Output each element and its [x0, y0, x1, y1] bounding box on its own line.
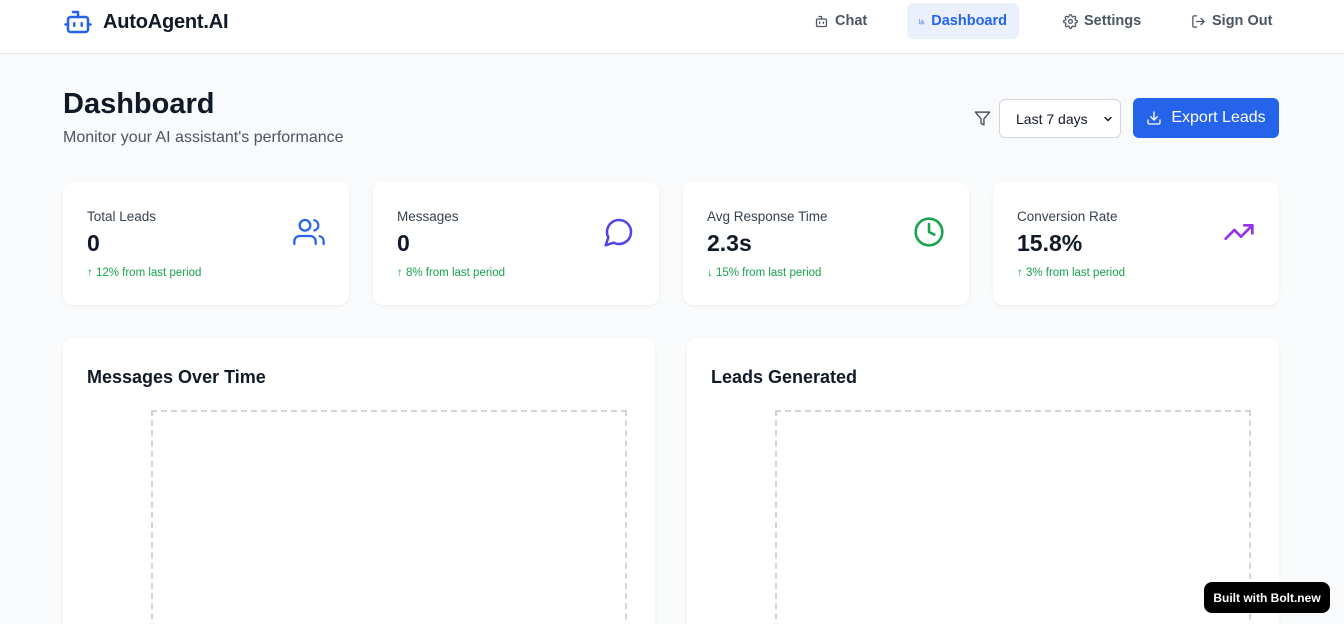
stat-card-messages: Messages 0 ↑ 8% from last period — [373, 182, 659, 305]
brand-name: AutoAgent.AI — [103, 10, 229, 33]
stat-card-conversion-rate: Conversion Rate 15.8% ↑ 3% from last per… — [993, 182, 1279, 305]
page-subtitle: Monitor your AI assistant's performance — [63, 129, 344, 146]
log-out-icon — [1192, 14, 1205, 28]
nav-dashboard-label: Dashboard — [931, 13, 1007, 29]
filter-icon — [974, 111, 991, 126]
stat-change: ↑ 3% from last period — [1017, 267, 1126, 279]
nav-dashboard[interactable]: Dashboard — [907, 3, 1019, 39]
brand[interactable]: AutoAgent.AI — [63, 7, 229, 37]
messages-over-time-card: Messages Over Time — [63, 338, 655, 624]
chart-title: Leads Generated — [711, 367, 858, 387]
chart-placeholder — [151, 410, 627, 624]
stat-label: Conversion Rate — [1017, 209, 1118, 224]
date-range-value: Last 7 days — [1016, 110, 1088, 127]
nav-chat[interactable]: Chat — [802, 3, 879, 39]
stat-value: 15.8% — [1017, 230, 1083, 256]
stat-card-avg-response-time: Avg Response Time 2.3s ↓ 15% from last p… — [683, 182, 969, 305]
stat-label: Messages — [397, 209, 459, 224]
bot-icon — [64, 10, 92, 34]
leads-generated-card: Leads Generated — [687, 338, 1279, 624]
chevron-down-icon — [1104, 116, 1112, 122]
message-circle-icon — [604, 218, 633, 247]
users-icon — [293, 218, 325, 246]
nav-settings[interactable]: Settings — [1051, 3, 1153, 39]
download-icon — [1147, 111, 1162, 125]
stat-change: ↑ 8% from last period — [397, 267, 506, 279]
built-with-bolt-badge[interactable]: Built with Bolt.new — [1204, 582, 1330, 613]
page-title: Dashboard — [63, 88, 215, 120]
nav-settings-label: Settings — [1084, 13, 1142, 29]
stat-label: Avg Response Time — [707, 209, 828, 224]
badge-label: Built with Bolt.new — [1213, 590, 1321, 605]
nav-chat-label: Chat — [835, 13, 868, 29]
stat-label: Total Leads — [87, 209, 157, 224]
bar-chart-icon — [919, 18, 925, 24]
trending-up-icon — [1224, 224, 1254, 240]
stat-value: 0 — [87, 230, 100, 256]
chart-placeholder — [775, 410, 1251, 624]
stat-value: 2.3s — [707, 230, 752, 256]
export-leads-label: Export Leads — [1171, 109, 1266, 126]
date-range-select[interactable]: Last 7 days — [999, 99, 1121, 138]
stat-change: ↑ 12% from last period — [87, 267, 202, 279]
stat-value: 0 — [397, 230, 410, 256]
nav-sign-out-label: Sign Out — [1212, 13, 1273, 29]
gear-icon — [1063, 13, 1078, 29]
nav-sign-out[interactable]: Sign Out — [1179, 3, 1284, 39]
chart-title: Messages Over Time — [87, 367, 266, 387]
bot-icon — [815, 15, 828, 27]
top-nav-bar: AutoAgent.AI Chat Dashboard Settings Sig… — [0, 0, 1344, 54]
stat-card-total-leads: Total Leads 0 ↑ 12% from last period — [63, 182, 349, 305]
clock-icon — [914, 217, 944, 247]
export-leads-button[interactable]: Export Leads — [1133, 98, 1279, 138]
stat-change: ↓ 15% from last period — [707, 267, 822, 279]
